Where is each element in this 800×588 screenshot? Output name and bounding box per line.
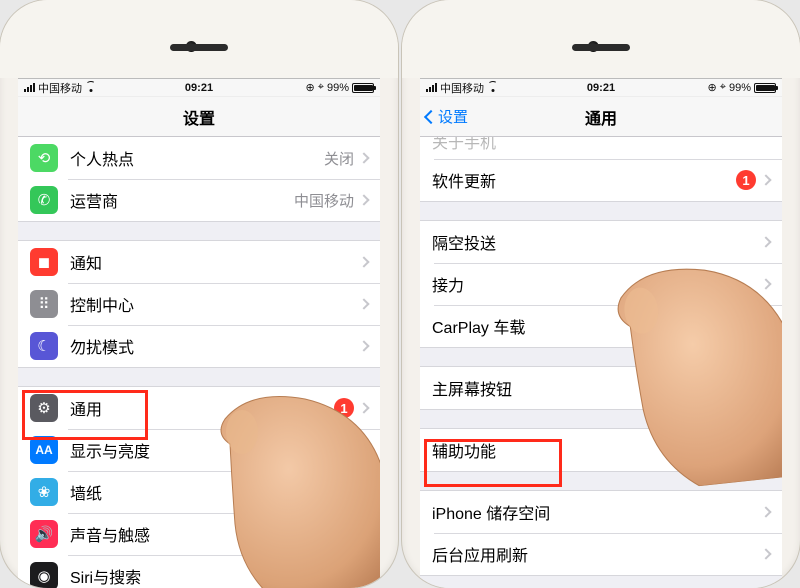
row-wallpaper[interactable]: ❀ 墙纸 bbox=[18, 471, 380, 513]
row-label: 后台应用刷新 bbox=[432, 542, 528, 566]
row-label: CarPlay 车载 bbox=[432, 314, 525, 338]
chevron-right-icon bbox=[760, 278, 771, 289]
chevron-right-icon bbox=[760, 382, 771, 393]
siri-icon: ◉ bbox=[30, 562, 58, 588]
control-center-icon: ⠿ bbox=[30, 290, 58, 318]
text-size-icon: AA bbox=[30, 436, 58, 464]
chevron-right-icon bbox=[358, 402, 369, 413]
hotspot-icon: ⟲ bbox=[30, 144, 58, 172]
chevron-right-icon bbox=[358, 444, 369, 455]
phone-left: 中国移动 09:21 ⊕ ⌖ 99% 设置 ⟲ 个人热点 关闭 bbox=[0, 0, 398, 588]
row-label: 墙纸 bbox=[70, 480, 102, 504]
row-label: 主屏幕按钮 bbox=[432, 376, 512, 400]
row-software-update[interactable]: 软件更新 1 bbox=[420, 159, 782, 201]
chevron-right-icon bbox=[760, 320, 771, 331]
section-connect: 隔空投送 接力 CarPlay 车载 bbox=[420, 220, 782, 348]
section-alerts: ◼ 通知 ⠿ 控制中心 ☾ 勿扰模式 bbox=[18, 240, 380, 368]
row-control-center[interactable]: ⠿ 控制中心 bbox=[18, 283, 380, 325]
chevron-right-icon bbox=[358, 340, 369, 351]
row-label: 接力 bbox=[432, 272, 464, 296]
row-personal-hotspot[interactable]: ⟲ 个人热点 关闭 bbox=[18, 137, 380, 179]
section-general: ⚙ 通用 1 AA 显示与亮度 ❀ 墙纸 🔊 声音与触感 bbox=[18, 386, 380, 588]
chevron-right-icon bbox=[358, 152, 369, 163]
row-label: 关于手机 bbox=[432, 137, 496, 153]
badge: 1 bbox=[334, 398, 354, 418]
screen-right: 中国移动 09:21 ⊕ ⌖ 99% 设置 通用 关于手机 bbox=[420, 78, 782, 588]
phone-icon: ✆ bbox=[30, 186, 58, 214]
phone-right: 中国移动 09:21 ⊕ ⌖ 99% 设置 通用 关于手机 bbox=[402, 0, 800, 588]
badge: 1 bbox=[736, 170, 756, 190]
section-storage: iPhone 储存空间 后台应用刷新 bbox=[420, 490, 782, 576]
row-label: 通用 bbox=[70, 396, 102, 420]
chevron-right-icon bbox=[358, 256, 369, 267]
row-general[interactable]: ⚙ 通用 1 bbox=[18, 387, 380, 429]
row-label: 隔空投送 bbox=[432, 230, 496, 254]
back-button[interactable]: 设置 bbox=[426, 97, 468, 136]
status-time: 09:21 bbox=[18, 82, 380, 94]
row-about-partial[interactable]: 关于手机 bbox=[420, 137, 782, 159]
status-time: 09:21 bbox=[420, 82, 782, 94]
chevron-right-icon bbox=[760, 444, 771, 455]
section-home: 主屏幕按钮 bbox=[420, 366, 782, 410]
chevron-right-icon bbox=[358, 486, 369, 497]
chevron-right-icon bbox=[760, 506, 771, 517]
row-label: 辅助功能 bbox=[432, 438, 496, 462]
row-handoff[interactable]: 接力 bbox=[420, 263, 782, 305]
chevron-right-icon bbox=[760, 236, 771, 247]
phone-bezel bbox=[402, 0, 800, 78]
moon-icon: ☾ bbox=[30, 332, 58, 360]
row-background-refresh[interactable]: 后台应用刷新 bbox=[420, 533, 782, 575]
row-do-not-disturb[interactable]: ☾ 勿扰模式 bbox=[18, 325, 380, 367]
chevron-right-icon bbox=[760, 174, 771, 185]
wallpaper-icon: ❀ bbox=[30, 478, 58, 506]
row-label: Siri与搜索 bbox=[70, 564, 141, 588]
row-accessibility[interactable]: 辅助功能 bbox=[420, 429, 782, 471]
row-airdrop[interactable]: 隔空投送 bbox=[420, 221, 782, 263]
row-home-button[interactable]: 主屏幕按钮 bbox=[420, 367, 782, 409]
row-iphone-storage[interactable]: iPhone 储存空间 bbox=[420, 491, 782, 533]
row-display-brightness[interactable]: AA 显示与亮度 bbox=[18, 429, 380, 471]
chevron-left-icon bbox=[424, 109, 438, 123]
row-label: iPhone 储存空间 bbox=[432, 500, 550, 524]
nav-header: 设置 bbox=[18, 97, 380, 137]
page-title: 通用 bbox=[585, 105, 617, 129]
row-label: 软件更新 bbox=[432, 168, 496, 192]
page-title: 设置 bbox=[183, 105, 215, 129]
row-label: 勿扰模式 bbox=[70, 334, 134, 358]
sound-icon: 🔊 bbox=[30, 520, 58, 548]
chevron-right-icon bbox=[760, 548, 771, 559]
row-carrier[interactable]: ✆ 运营商 中国移动 bbox=[18, 179, 380, 221]
row-siri[interactable]: ◉ Siri与搜索 bbox=[18, 555, 380, 588]
status-bar: 中国移动 09:21 ⊕ ⌖ 99% bbox=[420, 79, 782, 97]
back-label: 设置 bbox=[438, 106, 468, 127]
section-top-partial: 关于手机 软件更新 1 bbox=[420, 137, 782, 202]
row-notifications[interactable]: ◼ 通知 bbox=[18, 241, 380, 283]
chevron-right-icon bbox=[358, 570, 369, 581]
nav-header: 设置 通用 bbox=[420, 97, 782, 137]
row-label: 控制中心 bbox=[70, 292, 134, 316]
row-value: 关闭 bbox=[324, 148, 354, 169]
chevron-right-icon bbox=[358, 528, 369, 539]
row-carplay[interactable]: CarPlay 车载 bbox=[420, 305, 782, 347]
earpiece-speaker bbox=[572, 44, 630, 51]
chevron-right-icon bbox=[358, 194, 369, 205]
chevron-right-icon bbox=[358, 298, 369, 309]
status-bar: 中国移动 09:21 ⊕ ⌖ 99% bbox=[18, 79, 380, 97]
section-connectivity: ⟲ 个人热点 关闭 ✆ 运营商 中国移动 bbox=[18, 137, 380, 222]
row-label: 运营商 bbox=[70, 188, 118, 212]
notifications-icon: ◼ bbox=[30, 248, 58, 276]
row-sounds[interactable]: 🔊 声音与触感 bbox=[18, 513, 380, 555]
section-accessibility: 辅助功能 bbox=[420, 428, 782, 472]
battery-icon bbox=[754, 83, 776, 93]
phone-bezel bbox=[0, 0, 398, 78]
row-label: 个人热点 bbox=[70, 146, 134, 170]
gear-icon: ⚙ bbox=[30, 394, 58, 422]
earpiece-speaker bbox=[170, 44, 228, 51]
battery-icon bbox=[352, 83, 374, 93]
row-value: 中国移动 bbox=[294, 190, 354, 211]
row-label: 声音与触感 bbox=[70, 522, 150, 546]
row-label: 显示与亮度 bbox=[70, 438, 150, 462]
row-label: 通知 bbox=[70, 250, 102, 274]
screen-left: 中国移动 09:21 ⊕ ⌖ 99% 设置 ⟲ 个人热点 关闭 bbox=[18, 78, 380, 588]
